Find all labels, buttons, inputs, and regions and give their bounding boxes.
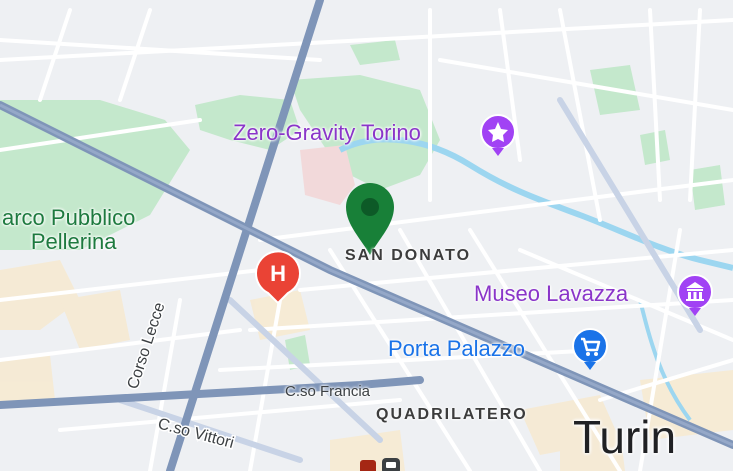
park-label-line1: arco Pubblico <box>2 205 136 230</box>
san-donato-label: SAN DONATO <box>345 247 472 264</box>
park-label-line2: Pellerina <box>30 229 117 254</box>
quadrilatero-label: QUADRILATERO <box>376 406 528 423</box>
museo-lavazza-label[interactable]: Museo Lavazza <box>474 281 628 307</box>
city-label: Turin <box>573 411 677 463</box>
porta-palazzo-label[interactable]: Porta Palazzo <box>388 336 525 362</box>
cso-francia-label: C.so Francia <box>285 383 371 400</box>
park-label: arco Pubblico Pellerina <box>2 206 135 254</box>
zero-gravity-label[interactable]: Zero-Gravity Torino <box>233 120 421 146</box>
hospital-letter: H <box>270 261 286 286</box>
